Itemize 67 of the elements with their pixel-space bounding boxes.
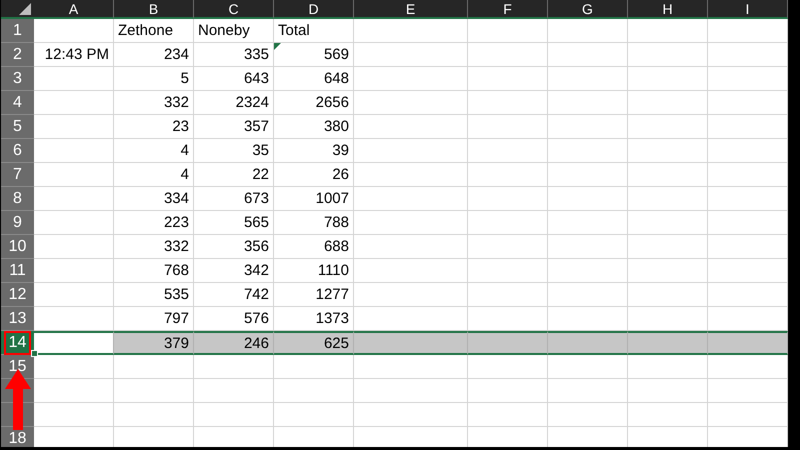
table-cell: 39 [274,139,354,163]
row-header[interactable]: 12 [1,283,34,307]
table-cell: 223 [114,211,194,235]
table-cell: 246 [194,331,274,355]
row-header[interactable]: 8 [1,187,34,211]
row-header[interactable]: 15 [1,355,34,379]
row-header[interactable]: 4 [1,91,34,115]
table-cell: 565 [194,211,274,235]
column-header[interactable]: A [34,0,114,19]
table-cell: 4 [114,139,194,163]
table-cell: 22 [194,163,274,187]
row-header[interactable]: 11 [1,259,34,283]
table-cell: 332 [114,91,194,115]
table-cell: 535 [114,283,194,307]
table-cell: 1007 [274,187,354,211]
row-header[interactable]: 10 [1,235,34,259]
table-cell: 26 [274,163,354,187]
table-cell: 357 [194,115,274,139]
row-header[interactable]: 7 [1,163,34,187]
column-header[interactable]: F [468,0,548,19]
table-cell: 380 [274,115,354,139]
row-header[interactable]: 3 [1,67,34,91]
table-cell: 788 [274,211,354,235]
table-cell: 768 [114,259,194,283]
fill-handle[interactable] [31,350,38,357]
table-cell: 569 [274,43,354,67]
table-cell: 12:43 PM [34,43,114,67]
column-header[interactable]: E [354,0,468,19]
table-cell: 335 [194,43,274,67]
table-cell: 673 [194,187,274,211]
table-cell: 379 [114,331,194,355]
row-header[interactable]: 9 [1,211,34,235]
table-cell: 648 [274,67,354,91]
table-cell: Zethone [114,19,194,43]
table-cell: 4 [114,163,194,187]
row-header[interactable]: 14 [1,331,34,355]
table-cell: 35 [194,139,274,163]
table-cell: 356 [194,235,274,259]
column-header[interactable]: C [194,0,274,19]
column-header[interactable]: G [548,0,628,19]
table-cell: 688 [274,235,354,259]
row-header[interactable]: 1 [1,19,34,43]
row-header[interactable]: 13 [1,307,34,331]
table-cell: 643 [194,67,274,91]
column-header[interactable]: I [708,0,788,19]
table-cell: 234 [114,43,194,67]
table-cell: 625 [274,331,354,355]
table-cell: 334 [114,187,194,211]
table-cell: 2324 [194,91,274,115]
row-header[interactable]: 2 [1,43,34,67]
table-cell: Total [274,19,354,43]
column-header[interactable]: H [628,0,708,19]
table-cell: 1110 [274,259,354,283]
row-header[interactable]: 6 [1,139,34,163]
table-cell: 742 [194,283,274,307]
table-cell: 23 [114,115,194,139]
table-cell: 342 [194,259,274,283]
row-header[interactable]: 18 [1,427,34,447]
select-all-icon[interactable] [19,3,31,15]
table-cell: 5 [114,67,194,91]
table-cell: 2656 [274,91,354,115]
table-cell: Noneby [194,19,274,43]
column-header[interactable]: D [274,0,354,19]
table-cell: 1277 [274,283,354,307]
table-cell: 332 [114,235,194,259]
row-header[interactable]: 5 [1,115,34,139]
column-header[interactable]: B [114,0,194,19]
